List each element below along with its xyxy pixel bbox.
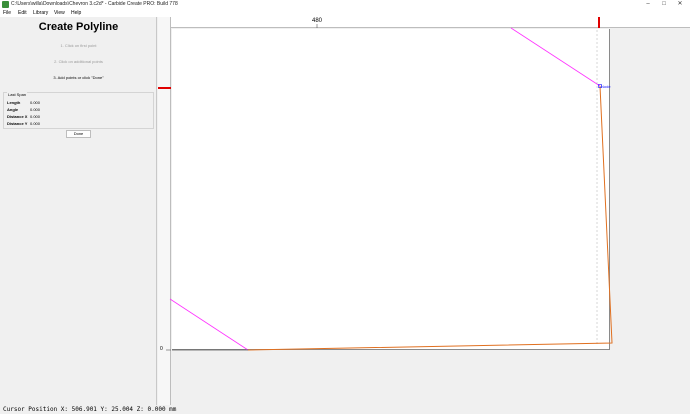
left-ruler-cursor-marker — [158, 87, 171, 89]
polyline-path — [247, 85, 613, 351]
guide-line-bottom — [169, 298, 249, 351]
node-label: Node — [601, 84, 611, 89]
guide-line-top — [510, 27, 601, 87]
cursor-position: Cursor Position X: 506.901 Y: 25.004 Z: … — [3, 406, 177, 413]
top-ruler-cursor-marker — [598, 17, 600, 28]
canvas-overlay — [158, 17, 613, 351]
